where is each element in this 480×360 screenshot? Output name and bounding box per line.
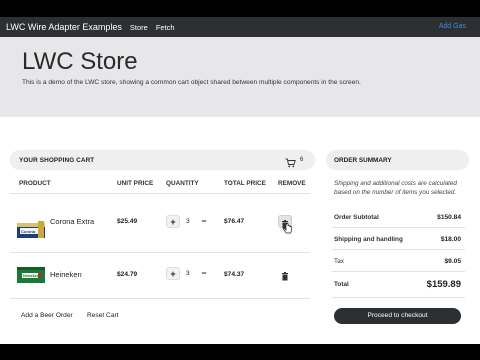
tax-label: Tax [334,258,344,265]
cart-icon [285,155,296,173]
trash-icon [282,272,288,281]
unit-price: $24.79 [117,271,138,278]
reset-cart-button[interactable]: Reset Cart [81,310,125,323]
divider [10,298,310,299]
product-name: Corona Extra [50,217,95,226]
remove-item-button[interactable] [278,268,292,281]
column-header-total-price: TOTAL PRICE [224,180,266,187]
total-price: $74.37 [224,271,245,278]
nav-link-fetch[interactable]: Fetch [156,23,175,32]
shipping-label: Shipping and handling [334,236,403,243]
quantity-value: 3 [186,270,190,277]
quantity-value: 3 [186,218,190,225]
column-header-product: PRODUCT [19,180,51,187]
divider [332,271,465,272]
subtotal-label: Order Subtotal [334,214,379,221]
cart-header: YOUR SHOPPING CART 6 [10,150,315,170]
navbar: LWC Wire Adapter Examples Store Fetch Ad… [0,17,480,37]
total-price: $76.47 [224,218,245,225]
unit-price: $25.49 [117,218,138,225]
product-name: Heineken [50,270,82,279]
total-value: $159.89 [426,279,461,290]
summary-title: ORDER SUMMARY [334,157,392,164]
page-title: LWC Store [22,48,138,75]
column-header-quantity: QUANTITY [166,180,199,187]
divider [332,249,465,250]
cart-title: YOUR SHOPPING CART [19,157,95,164]
subtotal-value: $150.84 [437,214,461,221]
svg-text:Corona: Corona [21,229,36,234]
divider [10,193,310,194]
product-image: Corona [17,220,45,240]
divider [10,252,310,253]
bottom-letterbox [0,344,480,360]
proceed-to-checkout-button[interactable]: Proceed to checkout [334,308,461,324]
top-letterbox [0,0,480,17]
tax-value: $9.05 [444,258,461,265]
quantity-decrease-button[interactable]: − [197,267,211,280]
nav-link-right[interactable]: Add Gas [439,23,466,30]
nav-link-store[interactable]: Store [130,23,148,32]
summary-header: ORDER SUMMARY [326,150,469,170]
column-header-unit-price: UNIT PRICE [117,180,154,187]
quantity-increase-button[interactable]: + [166,215,180,228]
product-image: Heineken [17,264,45,284]
quantity-decrease-button[interactable]: − [197,215,211,228]
add-beer-order-button[interactable]: Add a Beer Order [15,310,79,323]
page-description: This is a demo of the LWC store, showing… [22,79,361,86]
cart-count: 6 [300,157,304,163]
shipping-value: $18.00 [440,236,461,243]
app-title[interactable]: LWC Wire Adapter Examples [6,22,122,32]
column-header-remove: REMOVE [278,180,306,187]
summary-note: Shipping and additional costs are calcul… [334,180,457,196]
hero-banner: LWC Store This is a demo of the LWC stor… [0,37,480,117]
svg-text:Heineken: Heineken [23,274,39,278]
divider [332,297,465,298]
quantity-increase-button[interactable]: + [166,267,180,280]
total-label: Total [334,281,349,288]
cursor-icon [283,222,293,240]
divider [332,227,465,228]
